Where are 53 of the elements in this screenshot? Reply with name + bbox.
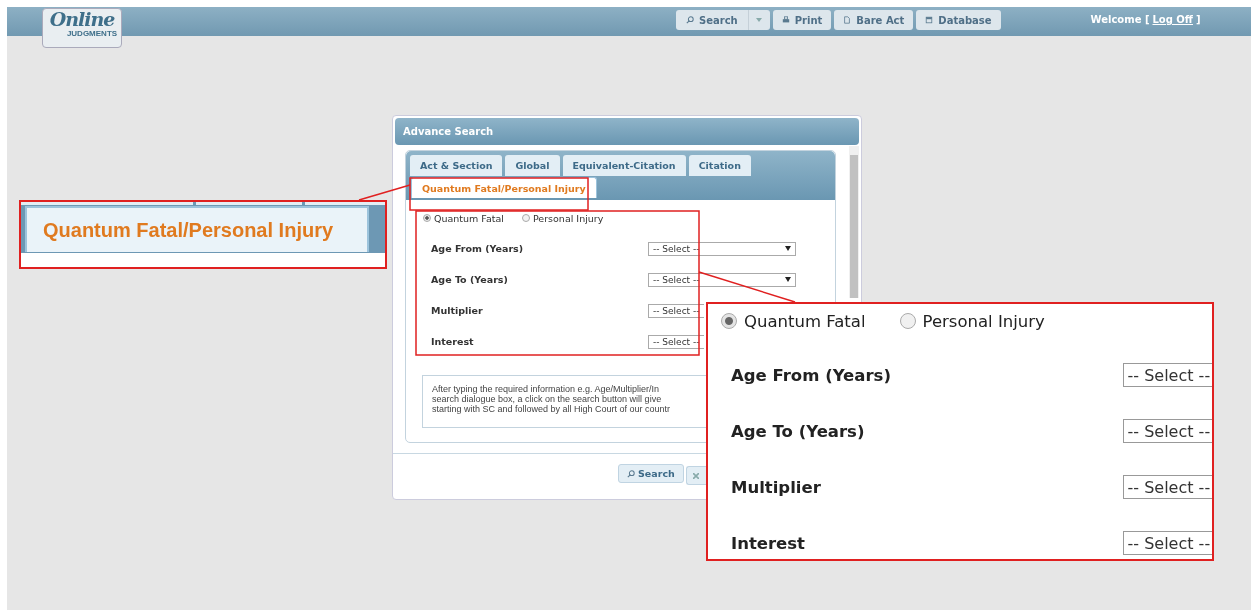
radio-icon[interactable] <box>899 313 916 329</box>
field-label: Multiplier <box>731 477 822 497</box>
cancel-button[interactable] <box>686 466 706 485</box>
document-icon <box>843 16 852 24</box>
tab[interactable]: Global <box>505 155 560 176</box>
database-button[interactable]: Database <box>916 10 1001 30</box>
print-button[interactable]: Print <box>772 10 832 30</box>
close-icon <box>693 472 699 479</box>
logo-script: Online <box>49 9 115 29</box>
field-label: Multiplier <box>431 305 484 316</box>
field-label: Interest <box>431 336 475 347</box>
site-logo[interactable]: Online JUDGMENTS <box>42 8 122 48</box>
select-field[interactable]: -- Select -- <box>1122 475 1212 499</box>
select-field[interactable]: -- Select -- <box>648 303 704 318</box>
log-off-link[interactable]: Log Off <box>1152 14 1193 25</box>
bracket-text: ] <box>1195 14 1201 25</box>
tab[interactable]: Act & Section <box>410 155 503 176</box>
select-field[interactable]: -- Select -- <box>648 272 796 287</box>
search-icon <box>686 16 694 24</box>
radio-option[interactable]: Quantum Fatal <box>721 311 866 331</box>
welcome-text: Welcome [ <box>1090 14 1150 25</box>
select-field[interactable]: -- Select -- <box>648 334 704 349</box>
tab[interactable]: Quantum Fatal/Personal Injury <box>25 206 369 252</box>
field-label: Age From (Years) <box>731 365 892 385</box>
select-field[interactable]: -- Select -- <box>1122 531 1212 555</box>
field-label: Age To (Years) <box>731 421 866 441</box>
field-label: Age From (Years) <box>431 243 525 254</box>
dropdown-button[interactable] <box>747 10 770 30</box>
radio-option[interactable]: Personal Injury <box>899 311 1045 331</box>
search-icon <box>627 469 635 478</box>
logo-wordmark: JUDGMENTS <box>66 29 118 38</box>
radio-icon[interactable] <box>521 214 530 222</box>
tab[interactable]: Citation <box>688 155 751 176</box>
search-button[interactable]: Search <box>618 464 684 483</box>
printer-icon <box>781 16 790 24</box>
radio-icon[interactable] <box>423 214 431 222</box>
page-button[interactable]: Bare Act <box>834 10 914 30</box>
tab[interactable]: Equivalent-Citation <box>562 155 686 176</box>
radio-label: Personal Injury <box>922 311 1045 331</box>
search-button[interactable]: Search <box>676 10 748 30</box>
caret-icon <box>756 18 763 22</box>
dialog-title: Advance Search <box>395 118 859 145</box>
select-field[interactable]: -- Select -- <box>648 241 796 256</box>
radio-icon[interactable] <box>721 313 737 329</box>
scrollbar[interactable] <box>849 146 859 298</box>
tab[interactable]: Quantum Fatal/Personal Injury <box>411 177 597 198</box>
select-field[interactable]: -- Select -- <box>1122 363 1212 387</box>
database-icon <box>925 16 934 24</box>
field-label: Interest <box>731 533 806 553</box>
select-field[interactable]: -- Select -- <box>1122 419 1212 443</box>
field-label: Age To (Years) <box>431 274 509 285</box>
radio-label: Quantum Fatal <box>744 311 866 331</box>
help-text: After typing the required information e.g. Age/Multiplier/In search dialogue box, a click on the search button will give starting with SC and followed by all High Court of our countr <box>432 384 672 414</box>
